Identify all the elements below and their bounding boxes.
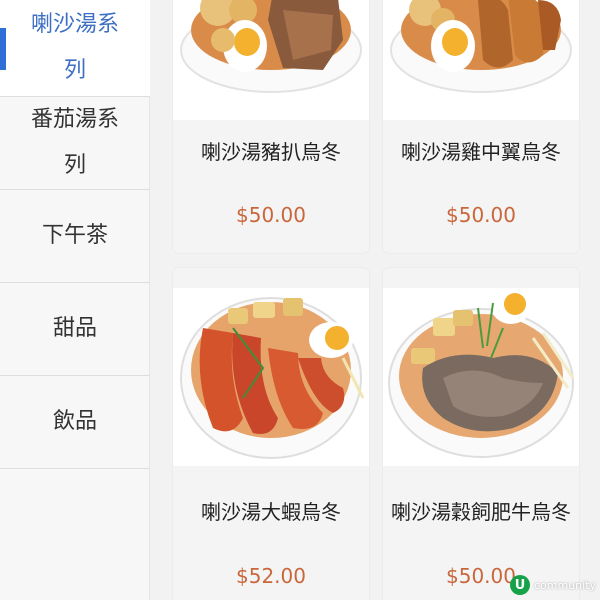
sidebar-item-label: 番茄湯系列 <box>30 107 119 178</box>
category-sidebar: 喇沙湯系列 番茄湯系列 下午茶 甜品 飲品 <box>0 0 150 600</box>
sidebar-item-dessert[interactable]: 甜品 <box>0 283 150 376</box>
product-card[interactable]: 喇沙湯大蝦烏冬 $52.00 <box>173 268 369 600</box>
product-price: $50.00 <box>236 203 306 227</box>
sidebar-item-afternoon-tea[interactable]: 下午茶 <box>0 190 150 283</box>
u-logo-icon: U <box>510 575 530 595</box>
product-price: $50.00 <box>446 203 516 227</box>
watermark-text: community <box>534 578 597 592</box>
product-name: 喇沙湯豬扒烏冬 <box>201 140 341 164</box>
product-image-pork-chop-udon <box>173 0 369 120</box>
product-card[interactable]: 喇沙湯穀飼肥牛烏冬 $50.00 <box>383 268 579 600</box>
sidebar-item-label: 甜品 <box>52 316 97 341</box>
sidebar-item-label: 飲品 <box>52 409 97 434</box>
product-card[interactable]: 喇沙湯豬扒烏冬 $50.00 <box>173 0 369 253</box>
product-name: 喇沙湯穀飼肥牛烏冬 <box>391 500 571 524</box>
product-image-prawn-udon <box>173 288 369 466</box>
sidebar-item-tomato-soup[interactable]: 番茄湯系列 <box>0 97 150 190</box>
sidebar-item-label: 下午茶 <box>41 223 108 248</box>
sidebar-item-laksa-soup[interactable]: 喇沙湯系列 <box>0 0 150 97</box>
product-name: 喇沙湯大蝦烏冬 <box>201 500 341 524</box>
sidebar-item-label: 喇沙湯系列 <box>30 12 119 83</box>
watermark: U community <box>510 574 596 596</box>
divider <box>150 0 164 600</box>
sidebar-item-drinks[interactable]: 飲品 <box>0 376 150 469</box>
product-name: 喇沙湯雞中翼烏冬 <box>401 140 561 164</box>
product-card[interactable]: 喇沙湯雞中翼烏冬 $50.00 <box>383 0 579 253</box>
product-image-beef-udon <box>383 288 579 466</box>
product-image-chicken-wing-udon <box>383 0 579 120</box>
product-price: $52.00 <box>236 564 306 588</box>
